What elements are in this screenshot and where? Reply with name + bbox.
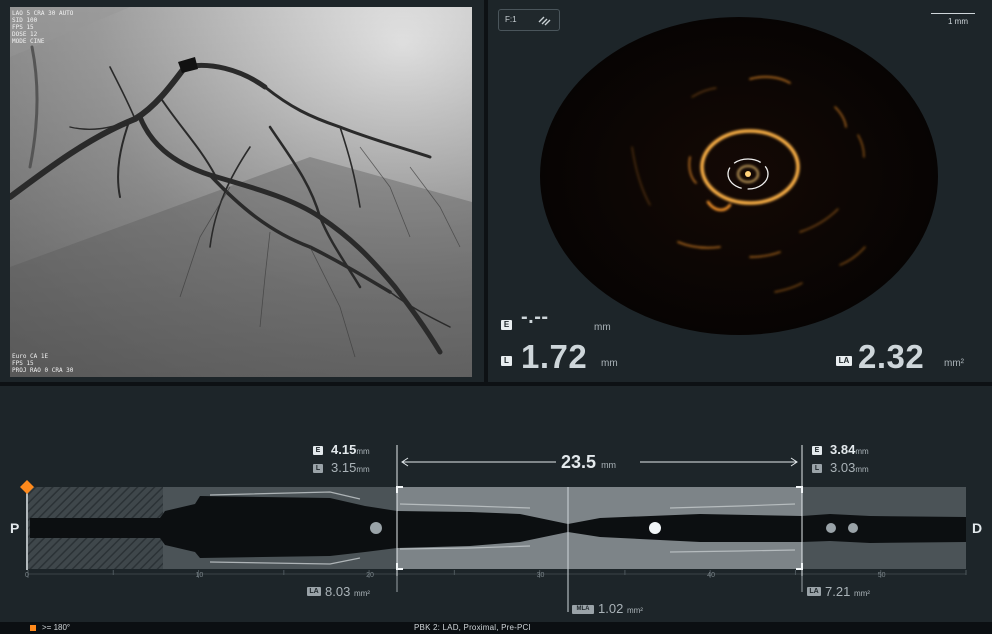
longitudinal-view-panel: P D 23.5 mm E 4.15mm L 3.15mm E 3.84mm L… bbox=[0, 386, 992, 622]
right-lumen-value: 3.03mm bbox=[830, 460, 869, 475]
mla-badge: MLA bbox=[572, 605, 594, 614]
angiography-image[interactable]: LAO 5 CRA 30 AUTO SID 100 FPS 15 DOSE 12… bbox=[10, 7, 472, 377]
angle-threshold: >= 180° bbox=[42, 623, 71, 632]
axis-tick-label: 30 bbox=[536, 572, 545, 579]
lumen-badge: L bbox=[501, 356, 512, 366]
distal-label: D bbox=[972, 520, 983, 536]
axis-tick-label: 10 bbox=[195, 572, 204, 579]
ivus-crosssection-image[interactable] bbox=[540, 17, 938, 335]
pullback-description: PBK 2: LAD, Proximal, Pre-PCI bbox=[414, 623, 531, 632]
coronary-tree-graphic bbox=[10, 7, 472, 377]
right-eem-value: 3.84mm bbox=[830, 442, 869, 457]
eem-badge: E bbox=[501, 320, 512, 330]
eem-unit: mm bbox=[594, 322, 611, 333]
axis-tick-label: 20 bbox=[366, 572, 374, 579]
axis-tick-label: 50 bbox=[877, 572, 886, 579]
left-lumen-value: 3.15mm bbox=[331, 460, 370, 475]
lumen-area-value: 2.32 bbox=[858, 338, 925, 375]
angiography-panel: LAO 5 CRA 30 AUTO SID 100 FPS 15 DOSE 12… bbox=[0, 0, 484, 382]
left-lumen-badge: L bbox=[313, 464, 323, 473]
segment-length: 23.5 mm bbox=[561, 452, 617, 472]
angio-overlay-top: LAO 5 CRA 30 AUTO SID 100 FPS 15 DOSE 12… bbox=[12, 10, 74, 45]
right-eem-badge: E bbox=[812, 446, 822, 455]
left-lumen-area-badge: LA bbox=[307, 587, 321, 596]
angle-indicator-icon bbox=[30, 625, 36, 631]
eem-value: -.-- bbox=[521, 306, 549, 328]
left-lumen-area-value: 8.03 mm² bbox=[325, 584, 370, 599]
lumen-diameter-value: 1.72 bbox=[521, 338, 588, 375]
frame-label: F:1 bbox=[505, 15, 517, 24]
right-lumen-area-value: 7.21 mm² bbox=[825, 584, 870, 599]
axis-tick-label: 0 bbox=[25, 572, 29, 579]
right-lumen-badge: L bbox=[812, 464, 822, 473]
left-eem-badge: E bbox=[313, 446, 323, 455]
ivus-crosssection-panel: F:1 1 mm E -.-- mm L 1.72 mm LA 2.32 mm² bbox=[488, 0, 992, 382]
proximal-label: P bbox=[10, 520, 20, 536]
scale-label: 1 mm bbox=[948, 17, 968, 26]
lumen-area-badge: LA bbox=[836, 356, 852, 366]
axis-tick-label: 40 bbox=[707, 572, 715, 579]
scale-bar bbox=[931, 13, 975, 14]
angio-overlay-bottom: Euro CA 1E FPS 15 PROJ RAO 0 CRA 30 bbox=[12, 353, 74, 374]
status-bar: >= 180° PBK 2: LAD, Proximal, Pre-PCI bbox=[0, 622, 992, 634]
lumen-diameter-unit: mm bbox=[601, 358, 618, 369]
right-lumen-area-badge: LA bbox=[807, 587, 821, 596]
left-eem-value: 4.15mm bbox=[331, 442, 370, 457]
lumen-area-unit: mm² bbox=[944, 358, 964, 369]
mla-value: 1.02 mm² bbox=[598, 601, 643, 616]
